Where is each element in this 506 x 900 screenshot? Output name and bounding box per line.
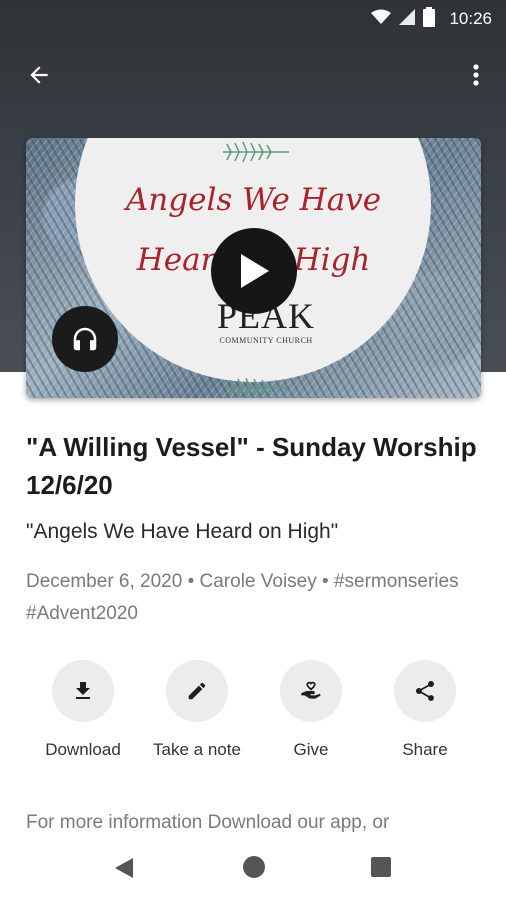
share-icon [415,681,434,701]
download-action[interactable]: Download [23,660,143,760]
pine-sprig-icon [226,377,286,398]
pine-sprig-icon [223,141,289,163]
status-time: 10:26 [449,9,492,28]
audio-button[interactable] [52,306,118,372]
give-action[interactable]: Give [251,660,371,760]
more-info-text: For more information Download our app, o… [26,812,390,833]
sermon-artwork: Angels We Have Heard on High PEAK COMMUN… [26,138,481,398]
give-label: Give [293,740,329,759]
download-icon [76,682,90,699]
download-button[interactable] [52,660,114,722]
share-label: Share [402,740,448,759]
give-hand-heart-icon [301,681,321,699]
nav-back-icon[interactable] [113,856,135,880]
action-row: Download Take a note Give Share [0,660,506,770]
download-label: Download [45,740,121,759]
play-button[interactable] [211,228,297,314]
share-action[interactable]: Share [365,660,485,760]
battery-icon [423,6,436,32]
share-button[interactable] [394,660,456,722]
logo-subtitle: COMMUNITY CHURCH [219,336,313,345]
pencil-icon [188,682,206,700]
sermon-subtitle: "Angels We Have Heard on High" [26,520,339,543]
headphones-icon [73,327,97,351]
sermon-title: "A Willing Vessel" - Sunday Worship 12/6… [26,432,477,500]
artwork-title-line1: Angels We Have [125,182,382,218]
system-nav-bar [0,842,506,900]
app-bar [0,50,506,98]
nav-recents-icon[interactable] [371,857,391,877]
arrow-back-icon [30,66,48,84]
cell-signal-icon [399,8,416,30]
give-button[interactable] [280,660,342,722]
more-options-button[interactable] [464,58,488,92]
play-icon [241,254,269,288]
sermon-meta: December 6, 2020 • Carole Voisey • #serm… [26,571,459,624]
take-note-button[interactable] [166,660,228,722]
take-note-action[interactable]: Take a note [137,660,257,760]
wifi-icon [371,9,392,30]
take-note-label: Take a note [153,740,241,759]
back-button[interactable] [22,58,56,92]
status-bar: 10:26 [0,0,506,38]
more-vert-icon [473,64,479,86]
nav-home-icon[interactable] [243,856,265,878]
